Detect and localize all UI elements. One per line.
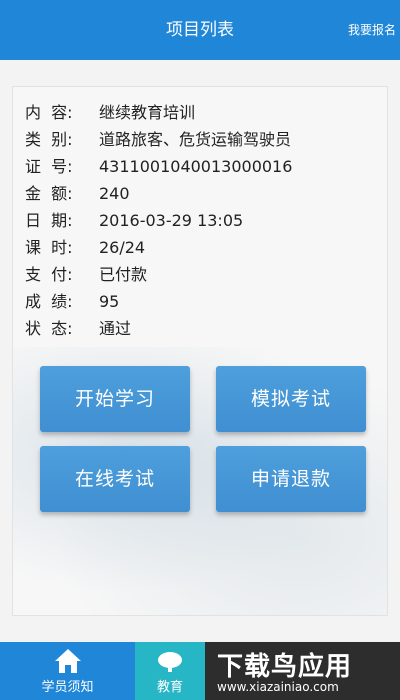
refund-button[interactable]: 申请退款	[216, 446, 366, 512]
nav-education[interactable]: 教育	[135, 642, 205, 700]
detail-row-payment: 支 付: 已付款	[25, 261, 375, 288]
detail-value: 95	[99, 292, 120, 311]
detail-label: 日 期:	[25, 211, 73, 230]
detail-value: 4311001040013000016	[99, 157, 293, 176]
project-details: 内 容: 继续教育培训 类 别: 道路旅客、危货运输驾驶员 证 号: 43110…	[25, 99, 375, 342]
detail-label: 课 时:	[25, 238, 73, 257]
register-link[interactable]: 我要报名	[348, 0, 396, 60]
detail-value: 道路旅客、危货运输驾驶员	[99, 130, 292, 149]
detail-row-date: 日 期: 2016-03-29 13:05	[25, 207, 375, 234]
detail-label: 类 别:	[25, 130, 73, 149]
bottom-nav: 学员须知 教育 下载鸟应用 www.xiazainiao.com	[0, 642, 400, 700]
nav-label: 学员须知	[41, 680, 94, 695]
detail-label: 证 号:	[25, 157, 73, 176]
watermark-text: 下载鸟应用	[217, 652, 353, 682]
header-bar: 项目列表 我要报名	[0, 0, 400, 60]
detail-label: 内 容:	[25, 103, 73, 122]
detail-label: 状 态:	[25, 319, 73, 338]
online-exam-button[interactable]: 在线考试	[40, 446, 190, 512]
detail-row-hours: 课 时: 26/24	[25, 234, 375, 261]
nav-student-notice[interactable]: 学员须知	[0, 642, 135, 700]
detail-row-cert-number: 证 号: 4311001040013000016	[25, 153, 375, 180]
detail-label: 金 额:	[25, 184, 73, 203]
detail-row-category: 类 别: 道路旅客、危货运输驾驶员	[25, 126, 375, 153]
detail-row-amount: 金 额: 240	[25, 180, 375, 207]
detail-label: 支 付:	[25, 265, 73, 284]
nav-label: 教育	[156, 680, 183, 695]
detail-value: 240	[99, 184, 130, 203]
detail-value: 通过	[99, 319, 132, 338]
detail-value: 26/24	[99, 238, 146, 257]
detail-value: 已付款	[99, 265, 148, 284]
project-card: 内 容: 继续教育培训 类 别: 道路旅客、危货运输驾驶员 证 号: 43110…	[12, 86, 388, 616]
watermark-overlay: 下载鸟应用 www.xiazainiao.com	[205, 642, 400, 700]
detail-value: 继续教育培训	[99, 103, 196, 122]
education-icon	[158, 652, 182, 672]
start-study-button[interactable]: 开始学习	[40, 366, 190, 432]
detail-row-score: 成 绩: 95	[25, 288, 375, 315]
watermark-url: www.xiazainiao.com	[217, 680, 339, 694]
home-icon	[54, 649, 81, 673]
detail-row-content: 内 容: 继续教育培训	[25, 99, 375, 126]
detail-label: 成 绩:	[25, 292, 73, 311]
mock-exam-button[interactable]: 模拟考试	[216, 366, 366, 432]
screen: 项目列表 我要报名 内 容: 继续教育培训 类 别: 道路旅客、危货运输驾驶员 …	[0, 0, 400, 700]
page-title: 项目列表	[166, 20, 234, 40]
detail-value: 2016-03-29 13:05	[99, 211, 244, 230]
detail-row-status: 状 态: 通过	[25, 315, 375, 342]
